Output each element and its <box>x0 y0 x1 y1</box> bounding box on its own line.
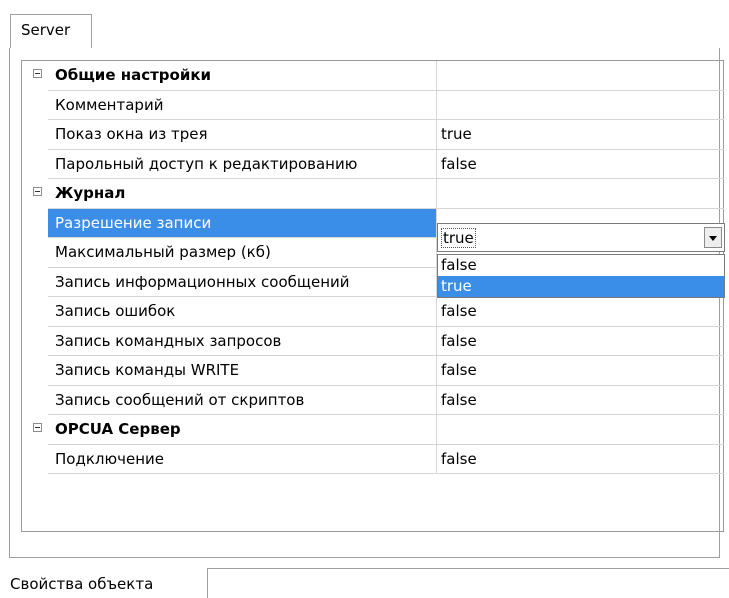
category-value <box>437 415 724 444</box>
property-row-connection[interactable]: Подключение false <box>48 444 724 474</box>
combobox-text[interactable]: true <box>441 228 476 248</box>
property-name: Запись сообщений от скриптов <box>48 385 437 414</box>
property-value[interactable]: false <box>437 297 724 326</box>
property-name: Запись командных запросов <box>48 326 437 355</box>
chevron-down-icon[interactable] <box>704 227 722 248</box>
property-name: Парольный доступ к редактированию <box>48 149 437 178</box>
property-row-errors[interactable]: Запись ошибок false <box>48 297 724 327</box>
expand-column <box>22 61 48 531</box>
combobox-dropdown: false true <box>437 254 725 298</box>
collapse-icon[interactable] <box>33 423 42 432</box>
property-name: Запись информационных сообщений <box>48 267 437 296</box>
property-row-write-command[interactable]: Запись команды WRITE false <box>48 356 724 386</box>
property-name: Запись ошибок <box>48 297 437 326</box>
property-row-script-messages[interactable]: Запись сообщений от скриптов false <box>48 385 724 415</box>
property-value[interactable]: false <box>437 386 724 415</box>
properties-window: Server Общие настройки Комментарий Показ… <box>0 0 729 598</box>
property-name: Максимальный размер (кб) <box>48 238 437 267</box>
value-combobox[interactable]: true <box>437 223 725 252</box>
property-row-password-access[interactable]: Парольный доступ к редактированию false <box>48 149 724 179</box>
property-name: Запись команды WRITE <box>48 356 437 385</box>
category-value <box>437 179 724 208</box>
property-name: Комментарий <box>48 90 437 119</box>
property-value[interactable]: false <box>437 356 724 385</box>
category-row-journal[interactable]: Журнал <box>33 179 724 209</box>
property-row-tray-window[interactable]: Показ окна из трея true <box>48 120 724 150</box>
dropdown-option-false[interactable]: false <box>438 255 724 276</box>
property-row-command-requests[interactable]: Запись командных запросов false <box>48 326 724 356</box>
tab-server[interactable]: Server <box>10 14 92 49</box>
property-name: Разрешение записи <box>48 208 437 237</box>
property-value[interactable] <box>437 91 724 120</box>
property-value[interactable]: false <box>437 150 724 179</box>
property-value[interactable]: false <box>437 327 724 356</box>
property-value[interactable]: true <box>437 120 724 149</box>
category-label: Общие настройки <box>48 61 437 90</box>
category-label: Журнал <box>48 179 437 208</box>
dropdown-option-true[interactable]: true <box>438 276 724 297</box>
property-name: Показ окна из трея <box>48 120 437 149</box>
category-value <box>437 61 724 90</box>
property-value[interactable]: false <box>437 445 724 474</box>
collapse-icon[interactable] <box>33 187 42 196</box>
category-row-general[interactable]: Общие настройки <box>33 61 724 91</box>
category-label: OPCUA Сервер <box>48 415 437 444</box>
collapse-icon[interactable] <box>33 69 42 78</box>
tab-object-properties[interactable]: Свойства объекта <box>0 568 208 598</box>
property-name: Подключение <box>48 444 437 473</box>
property-row-comment[interactable]: Комментарий <box>48 90 724 120</box>
tab-strip <box>9 12 720 49</box>
category-row-opcua[interactable]: OPCUA Сервер <box>33 415 724 445</box>
